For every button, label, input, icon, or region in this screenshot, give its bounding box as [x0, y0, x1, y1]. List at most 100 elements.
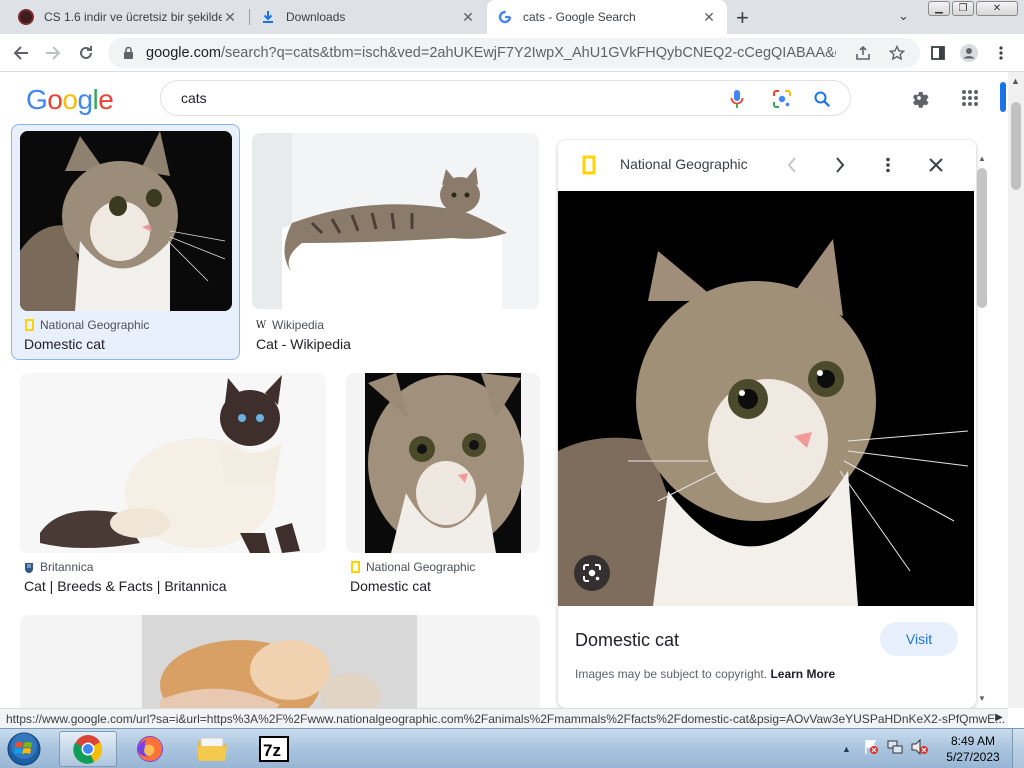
close-tab-icon[interactable]: ✕: [460, 9, 476, 26]
google-apps-icon[interactable]: [958, 86, 982, 110]
reload-button[interactable]: [73, 40, 99, 66]
logo-letter: o: [47, 84, 63, 115]
result-title[interactable]: Domestic cat: [350, 578, 431, 594]
tab-google-search[interactable]: cats - Google Search ✕: [487, 0, 727, 34]
google-lens-button[interactable]: [574, 555, 610, 591]
result-source-name: National Geographic: [366, 560, 476, 574]
search-box[interactable]: [160, 80, 851, 116]
chrome-icon[interactable]: [59, 731, 117, 767]
natgeo-logo-icon: [24, 319, 34, 331]
clock-date: 5/27/2023: [946, 750, 1000, 764]
network-icon[interactable]: [887, 739, 903, 760]
result-thumbnail[interactable]: [20, 373, 326, 553]
logo-letter: G: [26, 84, 48, 115]
side-panel-icon[interactable]: [925, 40, 951, 66]
close-tab-icon[interactable]: ✕: [701, 9, 717, 26]
result-title[interactable]: Cat - Wikipedia: [256, 336, 351, 352]
page-scrollbar[interactable]: ▲: [1008, 72, 1024, 708]
action-center-flag-icon[interactable]: [863, 739, 879, 760]
close-tab-icon[interactable]: ✕: [222, 9, 238, 26]
panel-scrollbar[interactable]: ▲ ▼: [975, 154, 989, 708]
download-icon: [260, 9, 276, 25]
copyright-notice: Images may be subject to copyright. Lear…: [575, 667, 835, 681]
tab-cs16[interactable]: CS 1.6 indir ve ücretsiz bir şekilde ✕: [8, 0, 248, 34]
preview-image[interactable]: [558, 191, 974, 606]
result-card[interactable]: National Geographic Domestic cat: [0, 124, 240, 361]
new-tab-button[interactable]: +: [736, 5, 749, 31]
tab-title: cats - Google Search: [523, 10, 636, 24]
result-thumbnail[interactable]: [252, 133, 539, 309]
browser-toolbar: google.com/search?q=cats&tbm=isch&ved=2a…: [0, 34, 1024, 72]
voice-search-icon[interactable]: [727, 89, 747, 109]
lock-icon[interactable]: [120, 46, 136, 60]
panel-header: National Geographic: [558, 140, 976, 190]
clock[interactable]: 8:49 AM 5/27/2023: [940, 733, 1006, 765]
address-bar[interactable]: google.com/search?q=cats&tbm=isch&ved=2a…: [108, 38, 920, 68]
close-panel-icon[interactable]: [924, 153, 948, 177]
result-source[interactable]: W Wikipedia: [256, 318, 324, 332]
system-tray: ▲: [842, 733, 929, 765]
scroll-thumb[interactable]: [1011, 102, 1021, 190]
result-source-name: Britannica: [40, 560, 94, 574]
clock-time: 8:49 AM: [950, 734, 996, 748]
7zip-icon[interactable]: 7z: [245, 731, 303, 767]
wikipedia-logo-icon: W: [255, 319, 267, 331]
result-source[interactable]: National Geographic: [350, 560, 475, 574]
panel-source-name[interactable]: National Geographic: [620, 156, 748, 172]
link-status-bar: https://www.google.com/url?sa=i&url=http…: [0, 708, 1008, 728]
google-logo[interactable]: Google: [26, 84, 114, 116]
scroll-up-arrow[interactable]: ▲: [1011, 76, 1020, 86]
share-icon[interactable]: [854, 44, 872, 62]
search-icon[interactable]: [812, 89, 832, 109]
result-thumbnail[interactable]: [346, 373, 540, 553]
volume-muted-icon[interactable]: [911, 738, 929, 760]
panel-title[interactable]: Domestic cat: [575, 630, 679, 651]
result-source[interactable]: Britannica: [24, 560, 93, 574]
forward-button[interactable]: [40, 40, 66, 66]
minimize-button[interactable]: ▁: [928, 1, 950, 16]
logo-letter: g: [77, 84, 93, 115]
result-card[interactable]: [20, 615, 540, 708]
firefox-icon[interactable]: [121, 731, 179, 767]
show-desktop-button[interactable]: [1012, 729, 1024, 768]
tab-strip: CS 1.6 indir ve ücretsiz bir şekilde ✕ D…: [0, 0, 1024, 34]
google-favicon: [497, 9, 513, 25]
tab-search-button[interactable]: ⌄: [898, 8, 909, 24]
scroll-right-arrow[interactable]: ▶: [990, 708, 1008, 728]
result-title[interactable]: Domestic cat: [24, 336, 105, 352]
start-button[interactable]: [4, 731, 44, 767]
sign-in-button-edge[interactable]: [1000, 82, 1006, 112]
result-card[interactable]: National Geographic Domestic cat: [346, 373, 540, 603]
image-results: National Geographic Domestic cat W Wikip…: [0, 124, 548, 708]
copyright-text: Images may be subject to copyright.: [575, 667, 768, 681]
restore-button[interactable]: ❐: [952, 1, 974, 16]
previous-image-button[interactable]: [780, 153, 804, 177]
result-card[interactable]: Britannica Cat | Breeds & Facts | Britan…: [20, 373, 326, 603]
result-source-name: Wikipedia: [272, 318, 325, 332]
visit-button[interactable]: Visit: [880, 622, 958, 656]
result-source[interactable]: National Geographic: [24, 318, 149, 332]
profile-avatar[interactable]: [956, 40, 982, 66]
browser-menu-icon[interactable]: [988, 40, 1014, 66]
result-title[interactable]: Cat | Breeds & Facts | Britannica: [24, 578, 227, 594]
tab-downloads[interactable]: Downloads ✕: [250, 0, 486, 34]
lens-search-icon[interactable]: [772, 89, 792, 109]
show-hidden-icons-arrow[interactable]: ▲: [842, 744, 851, 754]
back-button[interactable]: [8, 40, 34, 66]
windows-taskbar: 7z ▲ 8:49 AM 5/27/2023: [0, 728, 1024, 768]
search-input[interactable]: [181, 87, 701, 109]
google-header: Google: [0, 72, 1008, 124]
next-image-button[interactable]: [828, 153, 852, 177]
close-window-button[interactable]: ✕: [976, 1, 1018, 16]
result-thumbnail[interactable]: [20, 615, 540, 708]
bookmark-star-icon[interactable]: [888, 44, 906, 62]
tab-title: CS 1.6 indir ve ücretsiz bir şekilde: [44, 10, 222, 24]
folder-icon[interactable]: [183, 731, 241, 767]
url-text[interactable]: google.com/search?q=cats&tbm=isch&ved=2a…: [146, 45, 836, 61]
more-options-icon[interactable]: [876, 153, 900, 177]
natgeo-logo-icon: [582, 155, 596, 180]
result-card[interactable]: W Wikipedia Cat - Wikipedia: [252, 124, 540, 361]
result-thumbnail[interactable]: [20, 131, 232, 311]
settings-gear-icon[interactable]: [907, 86, 931, 110]
learn-more-link[interactable]: Learn More: [770, 667, 835, 681]
